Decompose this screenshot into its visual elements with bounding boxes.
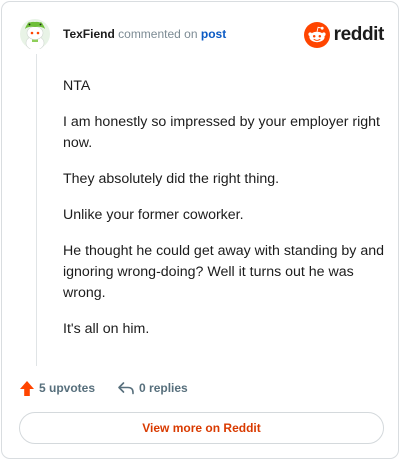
avatar-icon[interactable]	[20, 19, 50, 49]
post-link[interactable]: post	[201, 27, 226, 41]
comment-paragraph: NTA	[63, 78, 91, 94]
reddit-logo[interactable]: reddit	[303, 22, 385, 48]
reddit-logo-icon	[303, 22, 330, 48]
comment-actions: 5 upvotes 0 replies	[19, 377, 188, 399]
comment-meta: TexFiend commented on post	[63, 27, 226, 41]
replies-button[interactable]: 0 replies	[117, 380, 188, 396]
upvote-count: 5 upvotes	[39, 381, 96, 395]
comment-header: TexFiend commented on post reddit	[20, 18, 384, 52]
comment-body: NTA I am honestly so impressed by your e…	[63, 76, 385, 355]
comment-paragraph: They absolutely did the right thing.	[63, 171, 280, 187]
username-link[interactable]: TexFiend	[63, 27, 115, 41]
upvote-arrow-icon	[20, 380, 34, 396]
thread-line[interactable]	[36, 54, 37, 366]
commented-on-text: commented on	[118, 27, 198, 41]
reply-arrow-icon	[118, 382, 134, 395]
reply-count: 0 replies	[139, 381, 188, 395]
upvote-button[interactable]: 5 upvotes	[19, 380, 95, 397]
reddit-wordmark: reddit	[333, 24, 385, 45]
comment-embed-card: TexFiend commented on post reddit NTA I …	[1, 1, 399, 459]
comment-paragraph: Unlike your former coworker.	[63, 207, 244, 223]
comment-paragraph: It's all on him.	[63, 321, 150, 337]
comment-paragraph: He thought he could get away with standi…	[63, 243, 385, 301]
view-more-button[interactable]: View more on Reddit	[19, 412, 384, 444]
comment-paragraph: I am honestly so impressed by your emplo…	[63, 114, 380, 151]
